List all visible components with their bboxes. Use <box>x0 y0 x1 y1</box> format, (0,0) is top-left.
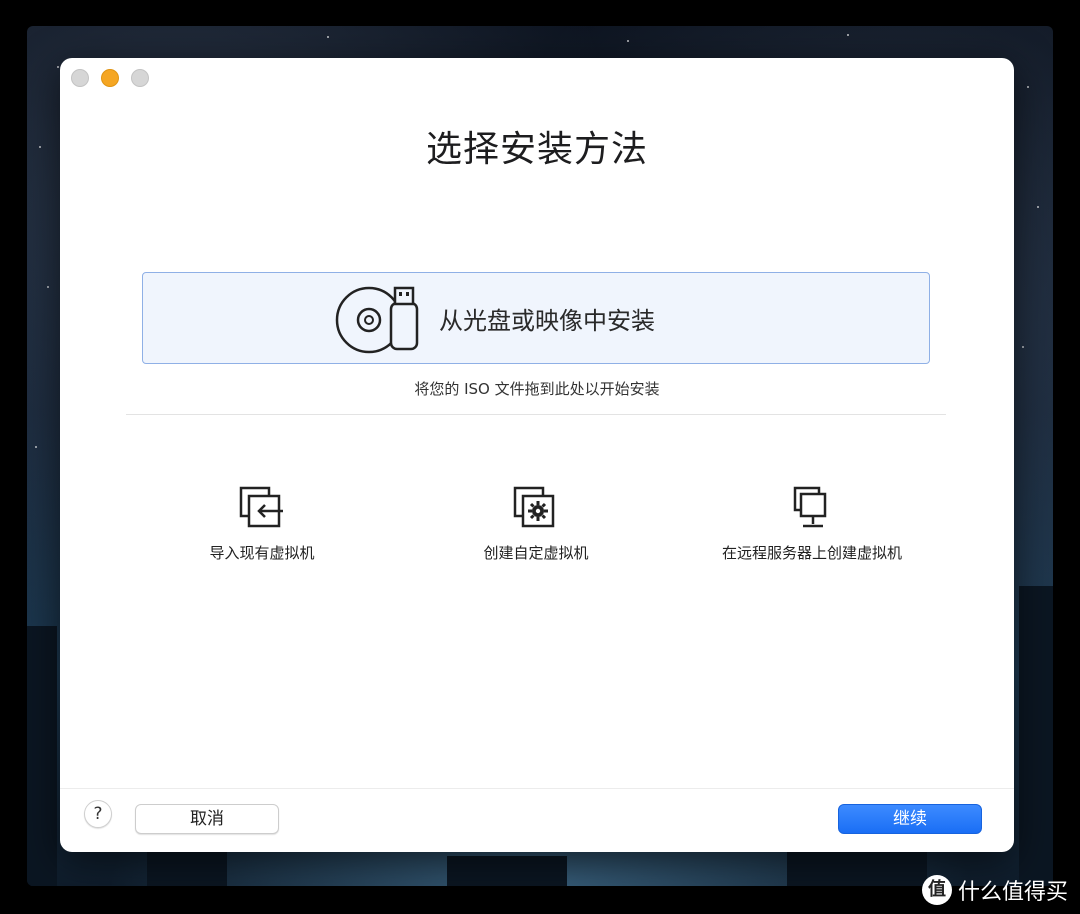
window-close-button[interactable] <box>71 69 89 87</box>
section-divider <box>126 414 946 415</box>
star <box>1037 206 1039 208</box>
continue-button[interactable]: 继续 <box>838 804 982 834</box>
import-existing-vm-label: 导入现有虚拟机 <box>209 544 315 562</box>
remote-server-icon <box>793 486 827 528</box>
city-building <box>447 856 567 886</box>
help-button[interactable]: ? <box>84 800 112 828</box>
star <box>627 40 629 42</box>
disc-usb-icon <box>335 286 419 354</box>
city-building <box>27 626 57 886</box>
import-existing-vm-option[interactable]: 导入现有虚拟机 <box>132 486 392 563</box>
window-minimize-button[interactable] <box>101 69 119 87</box>
install-from-disc-label: 从光盘或映像中安装 <box>439 307 655 335</box>
create-custom-vm-option[interactable]: 创建自定虚拟机 <box>406 486 666 563</box>
create-vm-on-remote-server-option[interactable]: 在远程服务器上创建虚拟机 <box>682 486 942 563</box>
custom-vm-icon <box>513 486 555 528</box>
star <box>327 36 329 38</box>
city-building <box>1019 586 1053 886</box>
watermark-text: 什么值得买 <box>957 880 1068 905</box>
install-method-window: 选择安装方法 从光盘或映像中安装 将您的 ISO 文件拖到此处以开始安装 导入现… <box>60 58 1014 852</box>
window-zoom-button[interactable] <box>131 69 149 87</box>
star <box>847 34 849 36</box>
import-vm-icon <box>239 486 283 528</box>
watermark-logo-icon: 值 <box>921 875 952 905</box>
install-from-disc-option[interactable]: 从光盘或映像中安装 <box>142 272 930 364</box>
star <box>1027 86 1029 88</box>
star <box>35 446 37 448</box>
star <box>39 146 41 148</box>
city-building <box>147 846 227 886</box>
create-custom-vm-label: 创建自定虚拟机 <box>483 544 589 562</box>
create-vm-on-remote-server-label: 在远程服务器上创建虚拟机 <box>721 544 902 562</box>
star <box>1022 346 1024 348</box>
page-title: 选择安装方法 <box>425 129 648 170</box>
star <box>47 286 49 288</box>
drop-iso-hint: 将您的 ISO 文件拖到此处以开始安装 <box>414 380 660 398</box>
cancel-button[interactable]: 取消 <box>135 804 279 834</box>
star <box>57 66 59 68</box>
footer-divider <box>60 788 1014 789</box>
watermark: 值 什么值得买 <box>921 874 1068 906</box>
city-building <box>787 850 927 886</box>
